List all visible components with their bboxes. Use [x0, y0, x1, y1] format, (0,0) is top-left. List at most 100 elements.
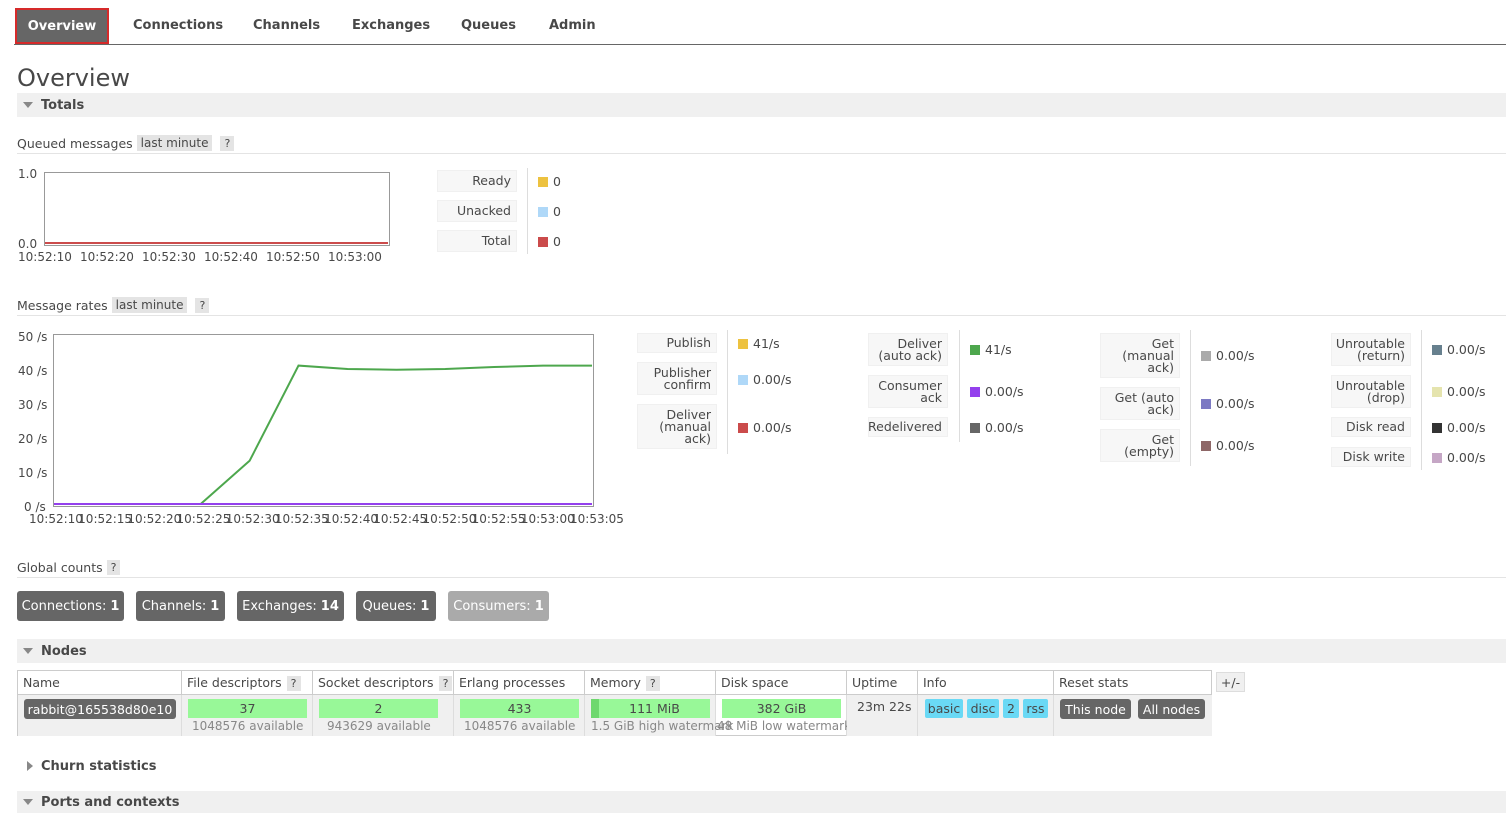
nodes-section-toggle[interactable]: Nodes	[17, 639, 1506, 663]
consumers-count-button[interactable]: Consumers: 1	[448, 591, 549, 621]
queued-range-select[interactable]: last minute	[136, 135, 213, 151]
queued-chart-svg	[45, 242, 388, 244]
disk-cell: 382 GiB 48 MiB low watermark	[716, 695, 851, 736]
queued-help-button[interactable]: ?	[220, 135, 235, 151]
node-name-link[interactable]: rabbit@165538d80e10	[24, 699, 176, 719]
page-title: Overview	[17, 64, 130, 92]
col-erlang-processes[interactable]: Erlang processes	[454, 671, 585, 695]
col-memory[interactable]: Memory?	[585, 671, 716, 695]
memory-help-button[interactable]: ?	[645, 676, 660, 691]
legend-get-manual-label: Get (manual ack)	[1100, 333, 1180, 378]
legend-unroutable-drop-label: Unroutable (drop)	[1331, 375, 1411, 408]
totals-section-toggle[interactable]: Totals	[17, 93, 1506, 117]
message-rates-header: Message rates last minute ?	[17, 295, 1506, 316]
legend-deliver-manual-value: 0.00/s	[738, 420, 792, 435]
col-disk-space[interactable]: Disk space	[716, 671, 847, 695]
fd-help-button[interactable]: ?	[286, 676, 301, 691]
reset-this-node-button[interactable]: This node	[1060, 699, 1131, 719]
tab-queues[interactable]: Queues	[461, 18, 516, 33]
legend-publisher-confirm-value: 0.00/s	[738, 372, 792, 387]
rates-xtick: 10:53:00	[520, 512, 575, 526]
legend-unroutable-return-value: 0.00/s	[1432, 342, 1486, 357]
socket-help-button[interactable]: ?	[438, 676, 453, 691]
col-name[interactable]: Name	[18, 671, 182, 695]
queued-xtick: 10:52:50	[266, 250, 320, 264]
churn-section-toggle[interactable]: Churn statistics	[17, 754, 1506, 778]
col-info[interactable]: Info	[918, 671, 1054, 695]
legend-publisher-confirm-label: Publisher confirm	[637, 362, 717, 395]
legend-swatch-icon	[538, 206, 548, 217]
series-line-deliver-auto-ack-	[54, 364, 592, 505]
legend-publish-value: 41/s	[738, 336, 780, 351]
legend-divider	[527, 168, 528, 254]
tab-connections[interactable]: Connections	[133, 18, 223, 33]
rates-xtick: 10:52:50	[422, 512, 477, 526]
legend-divider	[1421, 330, 1422, 470]
disk-bar: 382 GiB	[722, 699, 841, 718]
socket-available: 943629 available	[327, 719, 431, 733]
reset-all-nodes-button[interactable]: All nodes	[1138, 699, 1205, 719]
rates-ytick: 30 /s	[18, 398, 48, 412]
legend-unacked-label: Unacked	[437, 200, 517, 222]
message-rates-chart	[53, 334, 594, 507]
socket-cell: 2 943629 available	[313, 695, 454, 736]
exchanges-count-button[interactable]: Exchanges: 14	[237, 591, 344, 621]
ports-header: Ports and contexts	[41, 794, 180, 810]
col-socket-descriptors[interactable]: Socket descriptors?	[313, 671, 454, 695]
legend-swatch-icon	[1432, 386, 1442, 397]
col-reset-stats[interactable]: Reset stats	[1054, 671, 1212, 695]
fd-bar: 37	[188, 699, 307, 718]
memory-watermark: 1.5 GiB high watermark	[591, 719, 734, 733]
tab-exchanges[interactable]: Exchanges	[352, 18, 430, 33]
legend-swatch-icon	[1201, 440, 1211, 451]
legend-swatch-icon	[1432, 422, 1442, 433]
fd-available: 1048576 available	[192, 719, 304, 733]
rates-xtick: 10:52:25	[176, 512, 231, 526]
legend-unacked-value: 0	[538, 204, 561, 219]
rates-xtick: 10:52:15	[78, 512, 133, 526]
tab-overview[interactable]: Overview	[15, 8, 109, 44]
legend-disk-write-value: 0.00/s	[1432, 450, 1486, 465]
columns-toggle-button[interactable]: +/-	[1216, 672, 1245, 692]
tab-channels[interactable]: Channels	[253, 18, 320, 33]
legend-disk-write-label: Disk write	[1331, 447, 1411, 467]
legend-get-auto-value: 0.00/s	[1201, 396, 1255, 411]
queued-xtick: 10:52:40	[204, 250, 258, 264]
legend-swatch-icon	[538, 176, 548, 187]
legend-deliver-auto-label: Deliver (auto ack)	[868, 333, 948, 366]
rates-ytick: 40 /s	[18, 364, 48, 378]
queued-xtick: 10:52:30	[142, 250, 196, 264]
connections-count-button[interactable]: Connections: 1	[17, 591, 124, 621]
queues-count-button[interactable]: Queues: 1	[356, 591, 436, 621]
rates-xtick: 10:52:20	[127, 512, 182, 526]
tab-admin[interactable]: Admin	[549, 18, 596, 33]
legend-get-manual-value: 0.00/s	[1201, 348, 1255, 363]
message-rates-label: Message rates	[17, 297, 108, 313]
col-uptime[interactable]: Uptime	[847, 671, 918, 695]
col-file-descriptors[interactable]: File descriptors?	[182, 671, 313, 695]
legend-ready-label: Ready	[437, 170, 517, 192]
global-counts-label: Global counts	[17, 559, 103, 575]
ports-section-toggle[interactable]: Ports and contexts	[17, 791, 1506, 813]
rates-chart-svg	[54, 364, 592, 505]
collapse-triangle-icon	[23, 648, 33, 654]
expand-triangle-icon	[27, 761, 33, 771]
disk-watermark: 48 MiB low watermark	[717, 719, 852, 733]
rates-ytick: 10 /s	[18, 466, 48, 480]
rates-range-select[interactable]: last minute	[111, 297, 188, 313]
legend-unroutable-return-label: Unroutable (return)	[1331, 333, 1411, 366]
queued-messages-chart	[44, 172, 390, 246]
legend-swatch-icon	[970, 422, 980, 433]
global-help-button[interactable]: ?	[106, 559, 121, 575]
rates-help-button[interactable]: ?	[195, 297, 210, 313]
global-counts-header: Global counts ?	[17, 557, 1506, 578]
reset-cell: This node All nodes	[1054, 695, 1212, 736]
queued-ytick: 0.0	[18, 237, 38, 251]
collapse-triangle-icon	[23, 799, 33, 805]
legend-swatch-icon	[970, 386, 980, 397]
rates-ytick: 20 /s	[18, 432, 48, 446]
legend-consumer-ack-value: 0.00/s	[970, 384, 1024, 399]
channels-count-button[interactable]: Channels: 1	[136, 591, 225, 621]
legend-deliver-manual-label: Deliver (manual ack)	[637, 404, 717, 449]
memory-bar: 111 MiB	[591, 699, 710, 718]
